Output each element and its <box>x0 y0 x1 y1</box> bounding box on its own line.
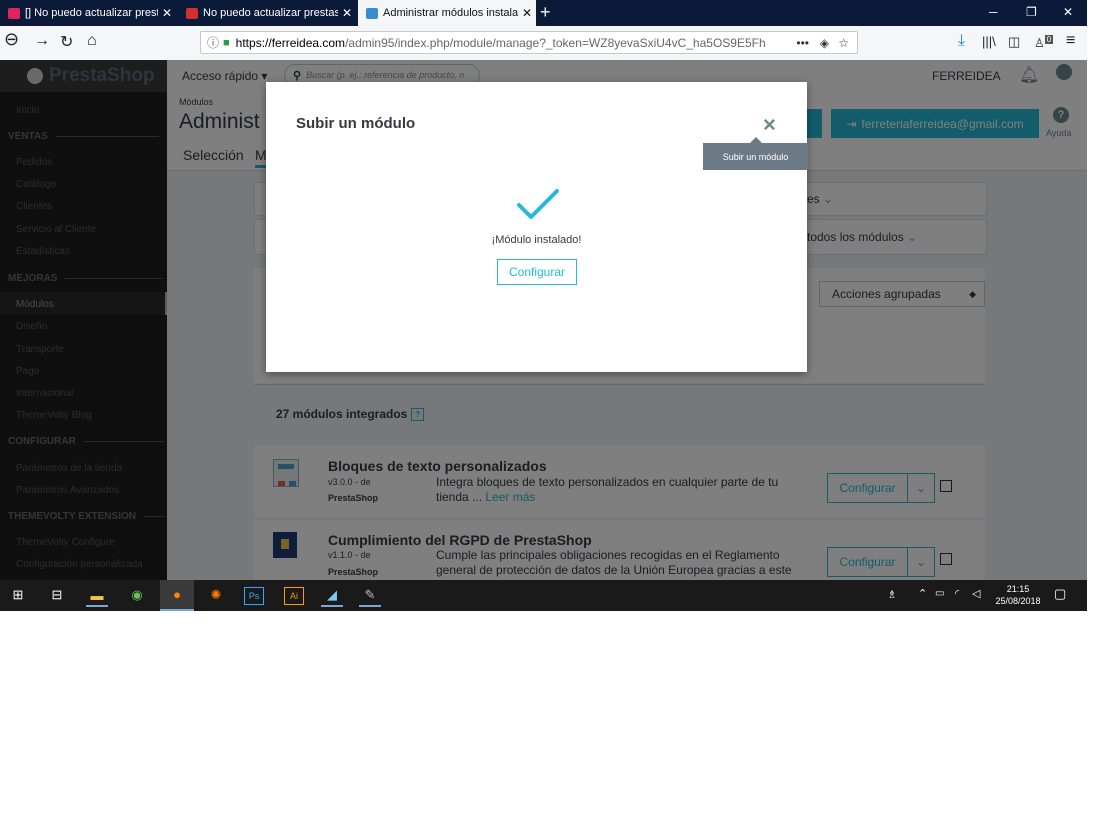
url-path: /admin95/index.php/module/manage?_token=… <box>345 35 766 50</box>
notifications-icon[interactable]: ▢ <box>1054 586 1066 602</box>
notes-app-icon[interactable]: ◢ <box>321 585 343 607</box>
close-icon[interactable]: × <box>763 112 776 138</box>
upload-module-modal: Subir un módulo × ¡Módulo instalado! Con… <box>266 82 807 372</box>
browser-tab[interactable]: [] No puedo actualizar prestash ✕ <box>0 0 176 26</box>
close-window-icon[interactable]: ✕ <box>1063 5 1073 19</box>
task-view-icon[interactable]: ⊟ <box>46 585 68 605</box>
library-icon[interactable]: |||\ <box>982 34 996 49</box>
checkmark-icon <box>517 189 559 219</box>
download-icon[interactable]: ⤓ <box>958 32 965 50</box>
home-icon[interactable]: ⌂ <box>87 32 97 50</box>
new-tab-button[interactable]: + <box>540 2 551 23</box>
sidebar-toggle-icon[interactable]: ◫ <box>1008 34 1020 50</box>
minimize-icon[interactable]: ─ <box>989 5 998 19</box>
back-icon[interactable]: ⊖ <box>4 29 19 50</box>
volume-icon[interactable]: ◁ <box>972 587 980 600</box>
tray-expand-icon[interactable]: ⌃ <box>918 587 927 600</box>
url-bar[interactable]: ⓘ ■ https://ferreidea.com /admin95/index… <box>200 31 858 54</box>
reload-icon[interactable]: ↻ <box>60 32 73 52</box>
forward-icon[interactable]: → <box>34 32 50 50</box>
extension-icon[interactable]: ♙ 0 <box>1034 35 1054 50</box>
windows-taskbar: ⊞ ⊟ ▬ ◉ ● ✺ Ps Ai ◢ ✎ ♗ ⌃ ▭ ◜ ◁ 21:15 25… <box>0 580 1087 611</box>
site-icon <box>186 7 198 19</box>
browser-tab[interactable]: No puedo actualizar prestasho ✕ <box>178 0 356 26</box>
chrome-icon[interactable]: ◉ <box>126 585 148 605</box>
page-actions-icon[interactable]: ••• <box>796 36 809 50</box>
close-tab-icon[interactable]: ✕ <box>518 6 536 20</box>
browser-nav-bar: ⊖ → ↻ ⌂ ⓘ ■ https://ferreidea.com /admin… <box>0 26 1087 61</box>
tab-title: No puedo actualizar prestasho <box>203 7 338 19</box>
menu-icon[interactable]: ≡ <box>1066 32 1075 50</box>
app-icon[interactable]: ✺ <box>205 585 227 605</box>
info-icon: ⓘ <box>207 36 220 50</box>
prestashop-favicon-icon <box>366 7 378 19</box>
file-explorer-icon[interactable]: ▬ <box>86 585 108 607</box>
modal-title: Subir un módulo <box>296 115 416 132</box>
restore-icon[interactable]: ❐ <box>1026 5 1037 19</box>
screen: [] No puedo actualizar prestash ✕ No pue… <box>0 0 1087 611</box>
photoshop-icon[interactable]: Ps <box>244 587 264 605</box>
mail-icon <box>8 7 20 19</box>
battery-icon[interactable]: ▭ <box>935 588 944 599</box>
success-message: ¡Módulo instalado! <box>491 234 582 246</box>
pocket-icon[interactable]: ◈ <box>820 36 829 50</box>
lock-icon: ■ <box>223 36 230 49</box>
modal-configure-button[interactable]: Configurar <box>497 259 577 285</box>
close-tab-icon[interactable]: ✕ <box>338 6 356 20</box>
illustrator-icon[interactable]: Ai <box>284 587 304 605</box>
windows-start-icon[interactable]: ⊞ <box>7 585 29 605</box>
url-host: https://ferreidea.com <box>235 35 346 50</box>
tab-title: Administrar módulos instalado <box>383 7 518 19</box>
wifi-icon[interactable]: ◜ <box>955 587 959 600</box>
tab-title: [] No puedo actualizar prestash <box>25 7 158 19</box>
browser-tab-active[interactable]: Administrar módulos instalado ✕ <box>358 0 536 26</box>
clock[interactable]: 21:15 25/08/2018 <box>993 583 1043 607</box>
people-icon[interactable]: ♗ <box>887 588 897 601</box>
paint-app-icon[interactable]: ✎ <box>359 585 381 607</box>
close-tab-icon[interactable]: ✕ <box>158 6 176 20</box>
firefox-icon[interactable]: ● <box>160 580 194 611</box>
browser-tab-bar: [] No puedo actualizar prestash ✕ No pue… <box>0 0 1087 26</box>
upload-module-tooltip: Subir un módulo <box>703 137 808 170</box>
bookmark-star-icon[interactable]: ☆ <box>838 36 849 50</box>
